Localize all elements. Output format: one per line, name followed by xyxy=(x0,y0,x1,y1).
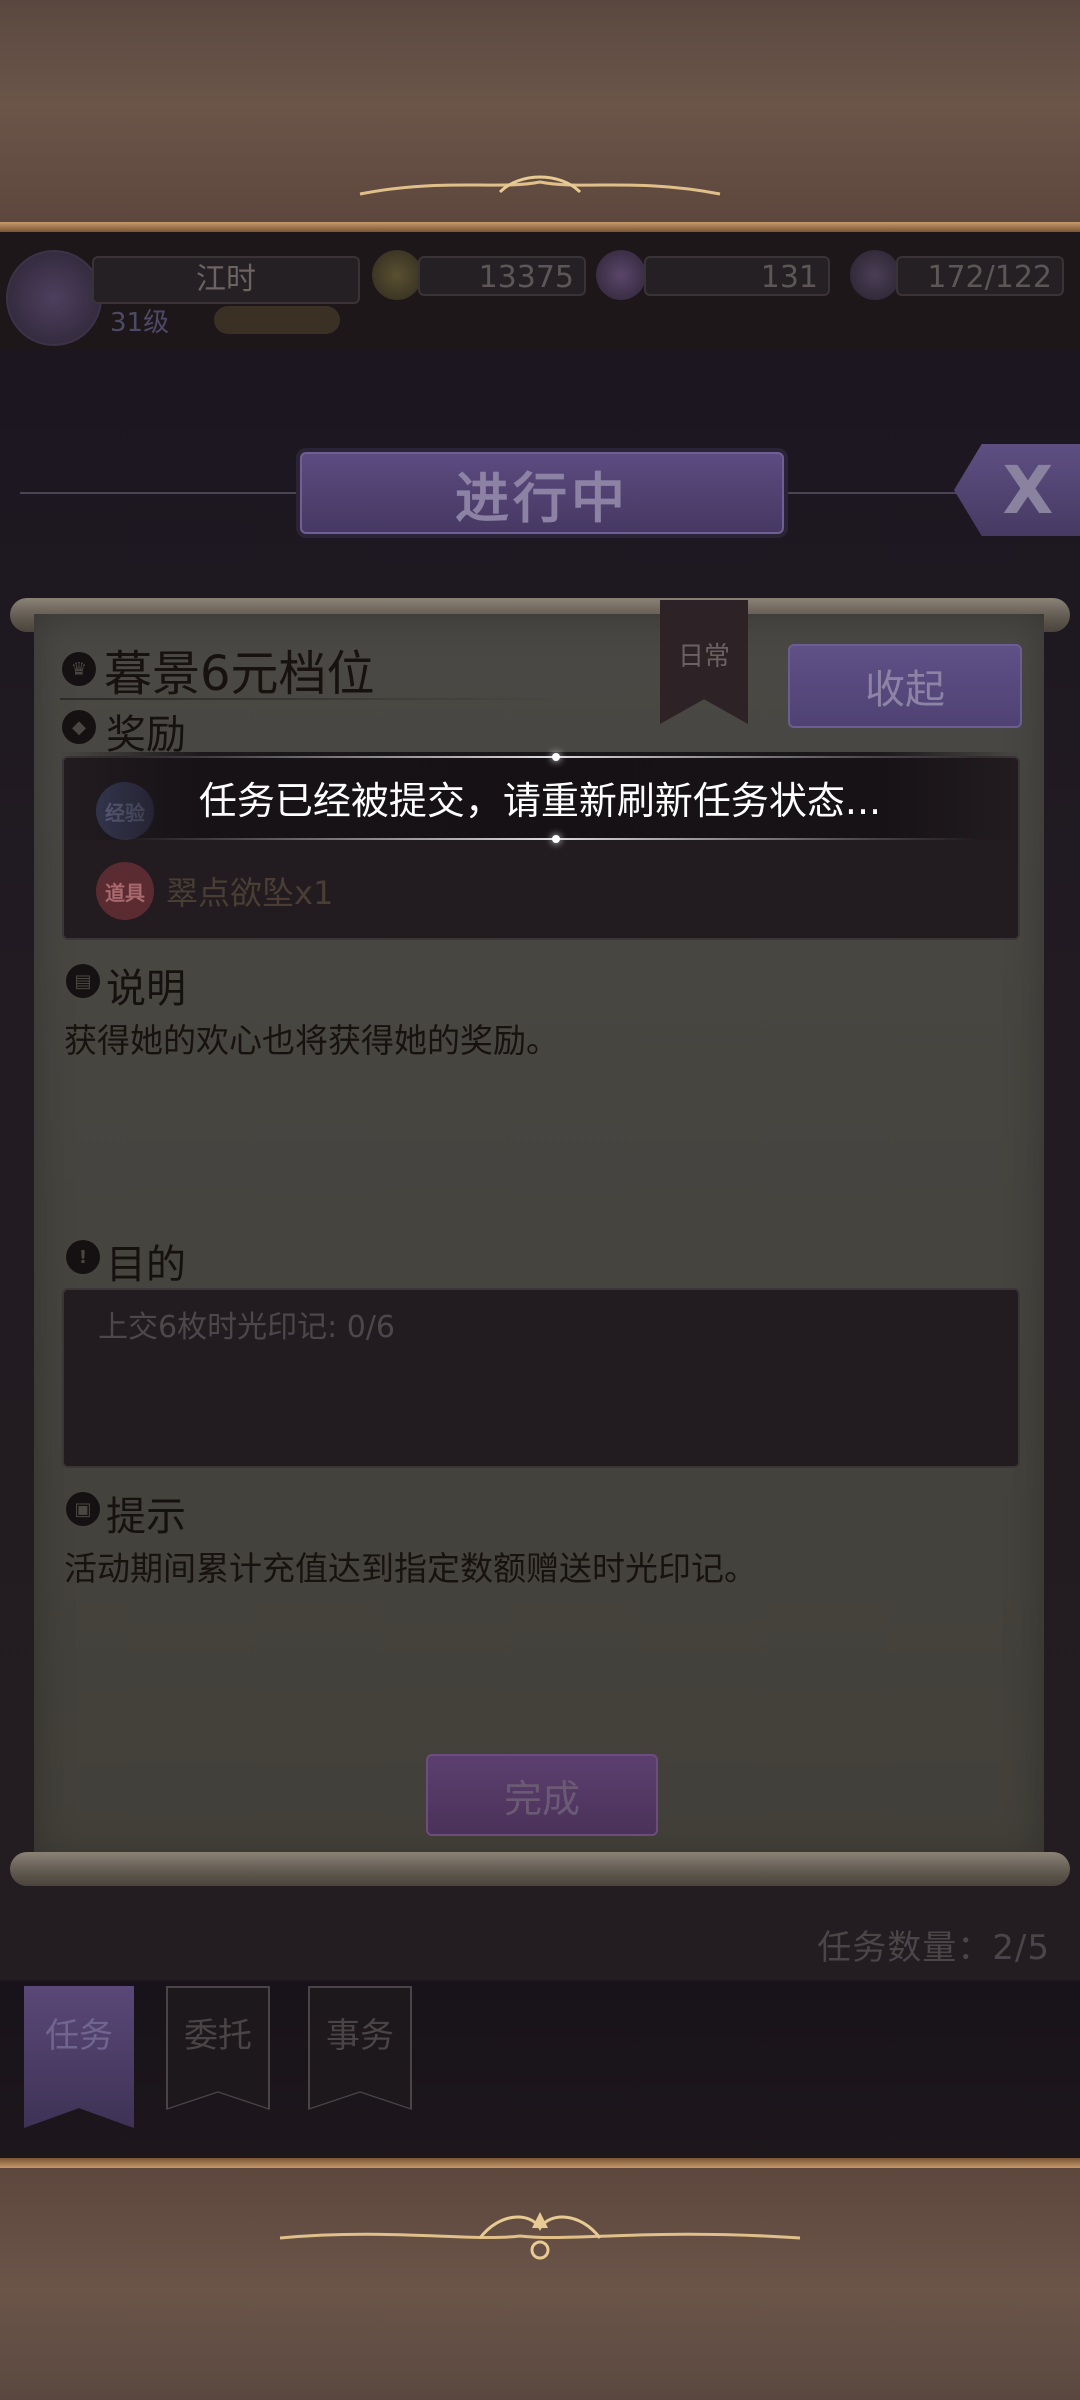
purple-gem-icon xyxy=(596,250,646,300)
task-count: 任务数量：2/5 xyxy=(817,1928,1050,1968)
title-divider xyxy=(60,698,560,700)
toast-sparkle-top xyxy=(552,753,560,761)
banner-line-right xyxy=(780,492,960,494)
gold-amount: 13375 xyxy=(418,256,586,296)
hint-text: 活动期间累计充值达到指定数额赠送时光印记。 xyxy=(64,1549,757,1588)
note-icon: ▣ xyxy=(66,1492,100,1526)
exclamation-icon: ! xyxy=(66,1240,100,1274)
toast-sparkle-bottom xyxy=(552,835,560,843)
crown-icon: ♛ xyxy=(62,652,96,686)
item-badge-icon: 道具 xyxy=(96,862,154,920)
gold-coin-icon xyxy=(372,250,422,300)
collapse-button[interactable]: 收起 xyxy=(788,644,1022,728)
player-name: 江时 xyxy=(92,256,360,304)
panel-title: 进行中 xyxy=(300,452,784,534)
scroll-bottom-rod xyxy=(10,1852,1070,1886)
complete-button[interactable]: 完成 xyxy=(426,1754,658,1836)
bottom-ornamental-frame xyxy=(0,2158,1080,2400)
description-label: 说明 xyxy=(106,966,186,1012)
task-title: 暮景6元档位 xyxy=(104,646,375,702)
hint-label: 提示 xyxy=(106,1494,186,1540)
book-icon: ▤ xyxy=(66,964,100,998)
gold-flourish-ornament xyxy=(359,175,721,196)
vip-badge xyxy=(214,306,340,334)
tab-tasks[interactable]: 任务 xyxy=(24,1986,134,2128)
gold-flourish-ornament-bottom xyxy=(279,2212,801,2260)
tab-affairs[interactable]: 事务 xyxy=(308,1986,412,2110)
description-text: 获得她的欢心也将获得她的奖励。 xyxy=(64,1021,559,1060)
banner-line-left xyxy=(20,492,300,494)
tab-commissions[interactable]: 委托 xyxy=(166,1986,270,2110)
stamina-amount: 172/122 xyxy=(896,256,1064,296)
toast-top-line xyxy=(120,756,980,758)
player-avatar[interactable] xyxy=(6,250,102,346)
goal-label: 目的 xyxy=(106,1242,186,1288)
gem-amount: 131 xyxy=(644,256,830,296)
goal-text: 上交6枚时光印记: 0/6 xyxy=(98,1310,396,1345)
reward-item-text: 翠点欲坠x1 xyxy=(166,874,334,912)
top-ornamental-frame xyxy=(0,0,1080,232)
tab-bar xyxy=(0,1982,1080,2158)
toast-bottom-line xyxy=(120,838,980,840)
stamina-icon xyxy=(850,250,900,300)
reward-icon: ◆ xyxy=(62,710,96,744)
toast-message: 任务已经被提交，请重新刷新任务状态... xyxy=(198,779,882,823)
player-level: 31级 xyxy=(110,308,170,338)
